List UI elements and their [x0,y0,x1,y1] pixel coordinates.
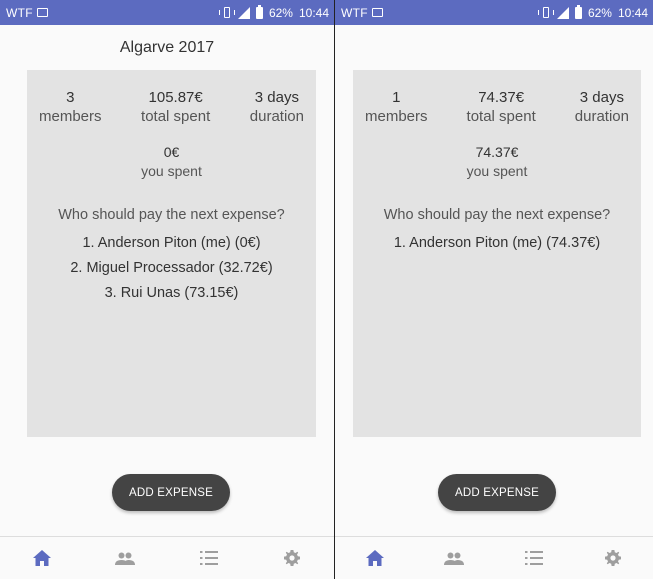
you-spent-value: 0€ [163,144,180,160]
people-icon [444,552,465,565]
payer-list: 1. Anderson Piton (me) (74.37€) [353,231,641,256]
signal-icon [237,6,250,19]
list-icon [199,551,218,565]
stat-duration: 3 days duration [250,88,304,127]
list-item: 1. Anderson Piton (me) (0€) [82,235,261,251]
tab-home[interactable] [0,537,84,579]
payer-list: 1. Anderson Piton (me) (0€) 2. Miguel Pr… [27,231,316,306]
tab-list[interactable] [494,537,574,579]
stat-label: total spent [466,108,536,125]
stat-label: duration [574,108,629,125]
next-payer-question: Who should pay the next expense? [383,207,611,223]
you-spent-value: 74.37€ [475,144,519,160]
you-spent: 74.37€ you spent [353,143,641,181]
you-spent-label: you spent [141,163,202,179]
status-bar: WTF 62% 10:44 [335,0,653,25]
page-title: Algarve 2017 [119,38,215,56]
stat-label: total spent [141,108,211,125]
stat-value: 3 days [579,89,624,106]
vibrate-icon [537,6,554,19]
you-spent-label: you spent [466,163,528,179]
list-icon [524,551,543,565]
stat-label: members [365,108,428,125]
phone-screen-left: WTF 62% 10:44 Algarve 2017 3 members 105… [0,0,334,579]
list-item: 1. Anderson Piton (me) (74.37€) [393,235,601,251]
stat-value: 74.37€ [478,89,525,106]
list-item: 3. Rui Unas (73.15€) [104,285,239,301]
screenshot-pair: WTF 62% 10:44 Algarve 2017 3 members 105… [0,0,653,579]
stat-members: 1 members [365,88,428,127]
status-bar: WTF 62% 10:44 [0,0,334,25]
stat-total-spent: 74.37€ total spent [467,88,536,127]
battery-percent: 62% [268,5,293,20]
vibrate-icon [218,6,235,19]
bottom-navigation [335,536,653,579]
phone-screen-right: WTF 62% 10:44 1 members 74.37€ total spe… [335,0,653,579]
tab-list[interactable] [167,537,251,579]
tab-settings[interactable] [251,537,335,579]
summary-card: 3 members 105.87€ total spent 3 days dur… [27,70,316,437]
tab-members[interactable] [84,537,168,579]
stat-total-spent: 105.87€ total spent [141,88,210,127]
battery-percent: 62% [587,5,612,20]
stat-label: members [39,108,102,125]
battery-icon [255,4,263,19]
stat-label: duration [249,108,304,125]
add-expense-button[interactable]: ADD EXPENSE [112,474,230,511]
stat-value: 3 days [254,89,299,106]
signal-icon [556,6,569,19]
battery-icon [574,4,582,19]
settings-icon [284,550,301,566]
stat-value: 3 [66,89,75,106]
stat-duration: 3 days duration [575,88,629,127]
image-notification-icon [36,8,48,17]
carrier-label: WTF [341,5,368,20]
you-spent: 0€ you spent [27,143,316,181]
tab-members[interactable] [415,537,495,579]
home-icon [365,550,384,566]
image-notification-icon [371,8,383,17]
stats-row: 3 members 105.87€ total spent 3 days dur… [27,70,316,127]
stat-value: 105.87€ [148,89,203,106]
add-expense-button[interactable]: ADD EXPENSE [438,474,556,511]
stat-members: 3 members [39,88,102,127]
tab-home[interactable] [335,537,415,579]
clock: 10:44 [617,5,648,20]
bottom-navigation [0,536,334,579]
settings-icon [605,550,622,566]
next-payer-question: Who should pay the next expense? [58,207,285,223]
summary-card: 1 members 74.37€ total spent 3 days dura… [353,70,641,437]
clock: 10:44 [298,5,329,20]
people-icon [115,552,136,565]
list-item: 2. Miguel Processador (32.72€) [70,260,273,276]
tab-settings[interactable] [574,537,653,579]
page-title [335,25,653,70]
stats-row: 1 members 74.37€ total spent 3 days dura… [353,70,641,127]
stat-value: 1 [392,89,401,106]
carrier-label: WTF [6,5,33,20]
home-icon [32,550,51,566]
